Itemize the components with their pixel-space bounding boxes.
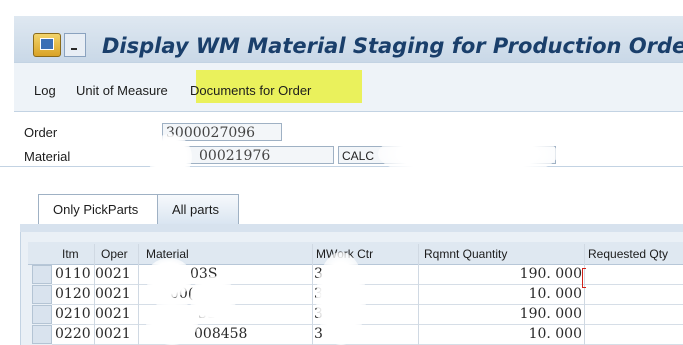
- tab-only-pickparts-label: Only PickParts: [53, 202, 139, 217]
- cell-itm: 0120: [55, 286, 91, 302]
- redaction-blot: [146, 300, 198, 345]
- cell-itm: 0220: [55, 326, 91, 342]
- column-header-rqmnt-quantity[interactable]: Rqmnt Quantity: [424, 244, 507, 264]
- column-divider: [584, 244, 585, 345]
- cell-oper: 0021: [95, 266, 131, 282]
- column-divider: [138, 244, 139, 345]
- redaction-blot: [148, 134, 192, 180]
- column-header-oper[interactable]: Oper: [101, 244, 128, 264]
- sap-transaction-icon[interactable]: [33, 33, 61, 57]
- table-row[interactable]: [52, 285, 683, 305]
- material-label: Material: [24, 149, 71, 164]
- cell-rqmnt-quantity[interactable]: 190. 000: [420, 265, 582, 284]
- cell-oper: 0021: [95, 306, 131, 322]
- row-selector[interactable]: [32, 285, 52, 304]
- cell-oper: 0021: [95, 326, 131, 342]
- column-header-requested-qty[interactable]: Requested Qty: [588, 244, 668, 264]
- cell-itm: 0210: [55, 306, 91, 322]
- redaction-blot: [146, 258, 192, 298]
- cell-material: 008458: [194, 326, 248, 342]
- header-divider: [0, 166, 683, 167]
- toolbar-unit-of-measure-button[interactable]: Unit of Measure: [76, 83, 168, 98]
- tab-only-pickparts[interactable]: Only PickParts: [38, 194, 158, 224]
- column-divider: [312, 244, 313, 345]
- cell-rqmnt-quantity[interactable]: 190. 000: [420, 305, 582, 324]
- row-selector[interactable]: [32, 325, 52, 344]
- row-selector[interactable]: [32, 305, 52, 324]
- column-divider: [94, 244, 95, 345]
- tab-all-parts[interactable]: All parts: [157, 194, 239, 224]
- toolbar-log-button[interactable]: Log: [34, 83, 56, 98]
- redaction-blot: [316, 252, 366, 345]
- cell-itm: 0110: [55, 266, 91, 282]
- order-label: Order: [24, 125, 58, 140]
- column-divider: [418, 244, 419, 345]
- redaction-blot: [378, 128, 558, 180]
- row-selector[interactable]: [32, 265, 52, 284]
- title-bar: Display WM Material Staging for Producti…: [0, 0, 683, 62]
- window-menu-icon[interactable]: [64, 33, 86, 57]
- toolbar-documents-for-order-button[interactable]: Documents for Order: [190, 83, 311, 98]
- column-header-itm[interactable]: Itm: [62, 244, 79, 264]
- window-title: Display WM Material Staging for Producti…: [102, 34, 683, 58]
- cell-rqmnt-quantity[interactable]: 10. 000: [420, 285, 582, 304]
- tab-all-parts-label: All parts: [172, 202, 219, 217]
- tabstrip-body: [20, 224, 683, 232]
- column-header-m[interactable]: M: [316, 244, 326, 264]
- cell-oper: 0021: [95, 286, 131, 302]
- cell-cursor-marker: [582, 268, 586, 288]
- cell-rqmnt-quantity[interactable]: 10. 000: [420, 325, 582, 344]
